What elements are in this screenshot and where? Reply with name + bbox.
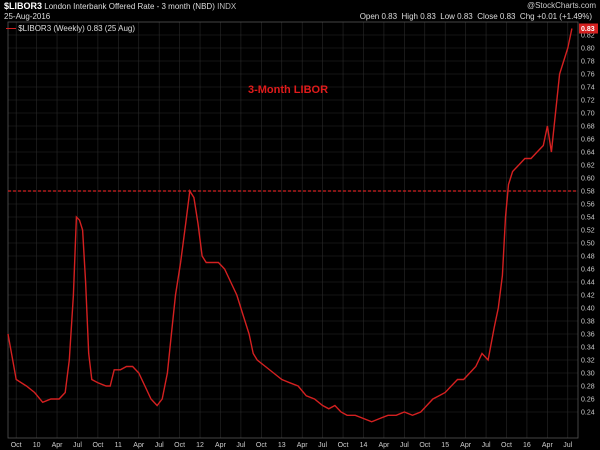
y-tick-label: 0.58 [581, 189, 595, 196]
y-tick-label: 0.30 [581, 371, 595, 378]
x-tick-label: Apr [542, 442, 554, 449]
legend-text: $LIBOR3 (Weekly) 0.83 (25 Aug) [18, 24, 136, 33]
x-tick-label: 14 [360, 442, 368, 449]
y-tick-label: 0.68 [581, 124, 595, 131]
x-tick-label: Apr [460, 442, 472, 449]
y-tick-label: 0.54 [581, 215, 595, 222]
y-tick-label: 0.76 [581, 72, 595, 79]
chart-header-title: $LIBOR3 London Interbank Offered Rate - … [4, 1, 236, 11]
y-tick-label: 0.82 [581, 33, 595, 40]
y-tick-label: 0.28 [581, 384, 595, 391]
y-tick-label: 0.78 [581, 59, 595, 66]
y-tick-label: 0.26 [581, 397, 595, 404]
chart-background [0, 0, 600, 450]
y-tick-label: 0.36 [581, 332, 595, 339]
y-tick-label: 0.56 [581, 202, 595, 209]
close-label: Close [477, 12, 498, 21]
y-tick-label: 0.44 [581, 280, 595, 287]
x-tick-label: Oct [338, 442, 349, 449]
x-tick-label: 16 [523, 442, 531, 449]
y-tick-label: 0.60 [581, 176, 595, 183]
x-tick-label: 12 [196, 442, 204, 449]
x-tick-label: Jul [482, 442, 491, 449]
y-tick-label: 0.42 [581, 293, 595, 300]
y-tick-label: 0.62 [581, 163, 595, 170]
price-summary: Open 0.83 High 0.83 Low 0.83 Close 0.83 … [360, 12, 592, 21]
x-tick-label: Jul [563, 442, 572, 449]
x-tick-label: 10 [33, 442, 41, 449]
x-tick-label: Oct [501, 442, 512, 449]
y-tick-label: 0.34 [581, 345, 595, 352]
y-tick-label: 0.46 [581, 267, 595, 274]
y-tick-label: 0.74 [581, 85, 595, 92]
x-tick-label: Apr [133, 442, 145, 449]
libor-chart: Oct 10 Apr Jul Oct 11 Apr Jul Oct 12 Apr Jul Oct 13 Ap… [0, 0, 600, 450]
y-tick-label: 0.80 [581, 46, 595, 53]
instrument-description: London Interbank Offered Rate - 3 month … [44, 2, 215, 11]
x-tick-label: Oct [256, 442, 267, 449]
x-tick-label: Oct [11, 442, 22, 449]
chart-annotation: 3-Month LIBOR [248, 84, 328, 96]
y-tick-label: 0.32 [581, 358, 595, 365]
chg-label: Chg [519, 12, 535, 21]
open-label: Open [359, 12, 380, 21]
x-tick-label: 13 [278, 442, 286, 449]
x-tick-label: Apr [215, 442, 227, 449]
x-tick-label: Jul [73, 442, 82, 449]
y-tick-label: 0.66 [581, 137, 595, 144]
symbol: $LIBOR3 [4, 1, 43, 11]
y-tick-label: 0.24 [581, 410, 595, 417]
chart-date: 25-Aug-2016 [4, 12, 51, 21]
chg-value: +0.01 (+1.49%) [536, 12, 592, 21]
x-tick-label: 11 [115, 442, 122, 449]
x-tick-label: Oct [174, 442, 185, 449]
last-value-label: 0.83 [581, 26, 595, 33]
legend: $LIBOR3 (Weekly) 0.83 (25 Aug) [6, 24, 135, 33]
y-tick-label: 0.40 [581, 306, 595, 313]
x-tick-label: Apr [378, 442, 390, 449]
y-tick-label: 0.38 [581, 319, 595, 326]
x-tick-label: Jul [400, 442, 409, 449]
legend-swatch [6, 28, 16, 30]
x-tick-label: Oct [92, 442, 103, 449]
open-value: 0.83 [381, 12, 398, 21]
x-tick-label: Jul [318, 442, 327, 449]
x-tick-label: 15 [441, 442, 449, 449]
x-tick-label: Jul [155, 442, 164, 449]
y-tick-label: 0.70 [581, 111, 595, 118]
close-value: 0.83 [499, 12, 516, 21]
high-value: 0.83 [420, 12, 436, 21]
y-tick-label: 0.48 [581, 254, 595, 261]
x-tick-label: Apr [297, 442, 309, 449]
y-tick-label: 0.50 [581, 241, 595, 248]
y-tick-label: 0.52 [581, 228, 595, 235]
brand-watermark: @StockCharts.com [526, 1, 596, 10]
x-tick-label: Jul [236, 442, 245, 449]
low-value: 0.83 [457, 12, 473, 21]
y-tick-label: 0.72 [581, 98, 595, 105]
exchange: INDX [217, 2, 237, 11]
x-tick-label: Apr [52, 442, 64, 449]
x-tick-label: Oct [419, 442, 430, 449]
high-label: High [401, 12, 418, 21]
low-label: Low [440, 12, 455, 21]
y-tick-label: 0.64 [581, 150, 595, 157]
